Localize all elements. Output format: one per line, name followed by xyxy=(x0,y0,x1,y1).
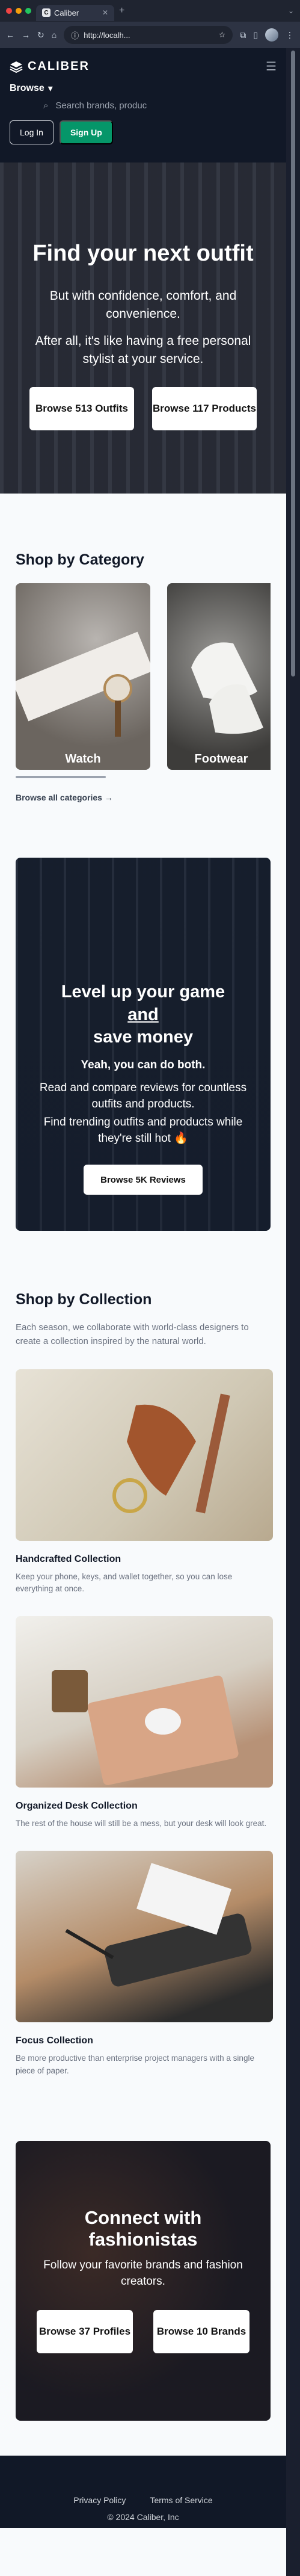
category-label: Watch xyxy=(65,752,101,766)
hero-line-2: After all, it's like having a free perso… xyxy=(35,333,251,367)
desk-illustration xyxy=(52,1670,239,1786)
browse-outfits-button[interactable]: Browse 513 Outfits xyxy=(29,386,134,430)
carousel-scrollbar[interactable] xyxy=(16,776,106,778)
collection-card-desk[interactable]: Organized Desk Collection The rest of th… xyxy=(16,1616,273,1830)
hero-section: Find your next outfit But with confidenc… xyxy=(0,163,286,494)
notebook-illustration xyxy=(65,1863,252,1987)
site-logo[interactable]: CALIBER xyxy=(10,60,90,73)
category-section-title: Shop by Category xyxy=(16,551,144,568)
url-text: http://localh... xyxy=(84,30,130,40)
extensions-icon[interactable]: ⧉ xyxy=(240,30,246,40)
collection-desc: The rest of the house will still be a me… xyxy=(16,1819,267,1828)
hamburger-menu-icon[interactable]: ☰ xyxy=(266,59,277,74)
banner-line-1: Read and compare reviews for countless o… xyxy=(39,1082,247,1110)
copyright-text: © 2024 Caliber, Inc xyxy=(107,2512,179,2522)
home-icon[interactable]: ⌂ xyxy=(52,30,57,40)
terms-of-service-link[interactable]: Terms of Service xyxy=(150,2495,212,2505)
hero-title: Find your next outfit xyxy=(32,241,254,266)
search-icon: ⌕ xyxy=(43,101,49,111)
browser-tab-bar: C Caliber ✕ + ⌄ xyxy=(0,0,300,22)
url-field[interactable]: ⓘ http://localh... ☆ xyxy=(64,26,233,44)
fashionistas-title: Connect with fashionistas xyxy=(84,2207,202,2250)
browse-dropdown[interactable]: Browse ▾ xyxy=(10,82,277,94)
minimize-window-icon[interactable] xyxy=(16,8,22,14)
tab-title: Caliber xyxy=(54,8,79,17)
collection-card-focus[interactable]: Focus Collection Be more productive than… xyxy=(16,1851,273,2078)
category-card-footwear[interactable]: Footwear xyxy=(167,583,271,770)
banner-title-pre: Level up your game xyxy=(61,982,225,1002)
browse-brands-button[interactable]: Browse 10 Brands xyxy=(153,2310,249,2354)
maximize-window-icon[interactable] xyxy=(25,8,31,14)
favicon-icon: C xyxy=(42,8,51,17)
banner-title: Level up your game and save money xyxy=(28,981,259,1049)
back-icon[interactable]: ← xyxy=(6,30,14,40)
collection-name: Handcrafted Collection xyxy=(16,1553,121,1564)
fashionistas-desc: Follow your favorite brands and fashion … xyxy=(43,2259,243,2288)
forward-icon[interactable]: → xyxy=(22,30,30,40)
collection-card-handcrafted[interactable]: Handcrafted Collection Keep your phone, … xyxy=(16,1369,273,1596)
category-card-watch[interactable]: Watch xyxy=(16,583,150,770)
fashionistas-section: Connect with fashionistas Follow your fa… xyxy=(16,2141,271,2421)
browse-all-categories-link[interactable]: Browse all categories → xyxy=(16,793,271,802)
promo-banner: Level up your game and save money Yeah, … xyxy=(16,858,271,1231)
site-header: CALIBER ☰ Browse ▾ ⌕ Search brands, prod… xyxy=(0,48,286,163)
sidebar-icon[interactable]: ▯ xyxy=(253,30,258,40)
browser-tab[interactable]: C Caliber ✕ xyxy=(36,4,114,21)
site-footer: Privacy Policy Terms of Service © 2024 C… xyxy=(0,2456,286,2528)
page-scrollbar[interactable] xyxy=(286,48,300,2576)
menu-dots-icon[interactable]: ⋮ xyxy=(286,30,294,40)
profile-avatar[interactable] xyxy=(265,28,278,42)
watch-photo xyxy=(16,631,150,737)
browse-profiles-button[interactable]: Browse 37 Profiles xyxy=(37,2310,133,2354)
chevron-down-icon[interactable]: ⌄ xyxy=(288,7,294,15)
browse-label: Browse xyxy=(10,83,44,93)
collection-desc: Keep your phone, keys, and wallet togeth… xyxy=(16,1571,233,1594)
browse-products-button[interactable]: Browse 117 Products xyxy=(152,386,257,430)
site-page: CALIBER ☰ Browse ▾ ⌕ Search brands, prod… xyxy=(0,48,286,2576)
logo-text: CALIBER xyxy=(28,60,90,73)
category-label: Footwear xyxy=(194,752,248,766)
search-bar[interactable]: ⌕ Search brands, produc xyxy=(10,101,277,111)
close-tab-icon[interactable]: ✕ xyxy=(102,8,108,17)
privacy-policy-link[interactable]: Privacy Policy xyxy=(73,2495,126,2505)
signup-button[interactable]: Sign Up xyxy=(59,120,113,144)
collection-section-title: Shop by Collection xyxy=(16,1291,152,1308)
hero-line-1: But with confidence, comfort, and conven… xyxy=(49,289,237,321)
site-info-icon[interactable]: ⓘ xyxy=(71,29,79,41)
login-button[interactable]: Log In xyxy=(10,120,54,144)
search-input[interactable]: Search brands, produc xyxy=(55,101,147,111)
chevron-down-icon: ▾ xyxy=(47,84,53,94)
scrollbar-thumb[interactable] xyxy=(291,51,295,677)
close-window-icon[interactable] xyxy=(6,8,12,14)
category-carousel[interactable]: Watch Footwear xyxy=(16,583,271,770)
keychain-illustration xyxy=(112,1393,230,1513)
banner-title-post: save money xyxy=(93,1027,194,1047)
collection-section-desc: Each season, we collaborate with world-c… xyxy=(16,1322,249,1347)
sneaker-photo xyxy=(191,642,263,734)
handcrafted-photo xyxy=(16,1369,273,1541)
focus-photo xyxy=(16,1851,273,2023)
reload-icon[interactable]: ↻ xyxy=(37,30,44,40)
new-tab-icon[interactable]: + xyxy=(119,5,124,16)
desk-photo xyxy=(16,1616,273,1788)
bookmark-star-icon[interactable]: ☆ xyxy=(219,30,226,40)
browse-reviews-button[interactable]: Browse 5K Reviews xyxy=(84,1165,203,1195)
collection-name: Organized Desk Collection xyxy=(16,1801,138,1812)
banner-title-and: and xyxy=(127,1005,159,1024)
banner-subtitle: Yeah, you can do both. xyxy=(81,1059,206,1072)
banner-line-2: Find trending outfits and products while… xyxy=(43,1116,243,1145)
collection-name: Focus Collection xyxy=(16,2036,93,2046)
collection-desc: Be more productive than enterprise proje… xyxy=(16,2054,254,2076)
address-bar-row: ← → ↻ ⌂ ⓘ http://localh... ☆ ⧉ ▯ ⋮ xyxy=(0,22,300,48)
window-controls[interactable] xyxy=(6,8,31,14)
layers-logo-icon xyxy=(10,61,23,73)
